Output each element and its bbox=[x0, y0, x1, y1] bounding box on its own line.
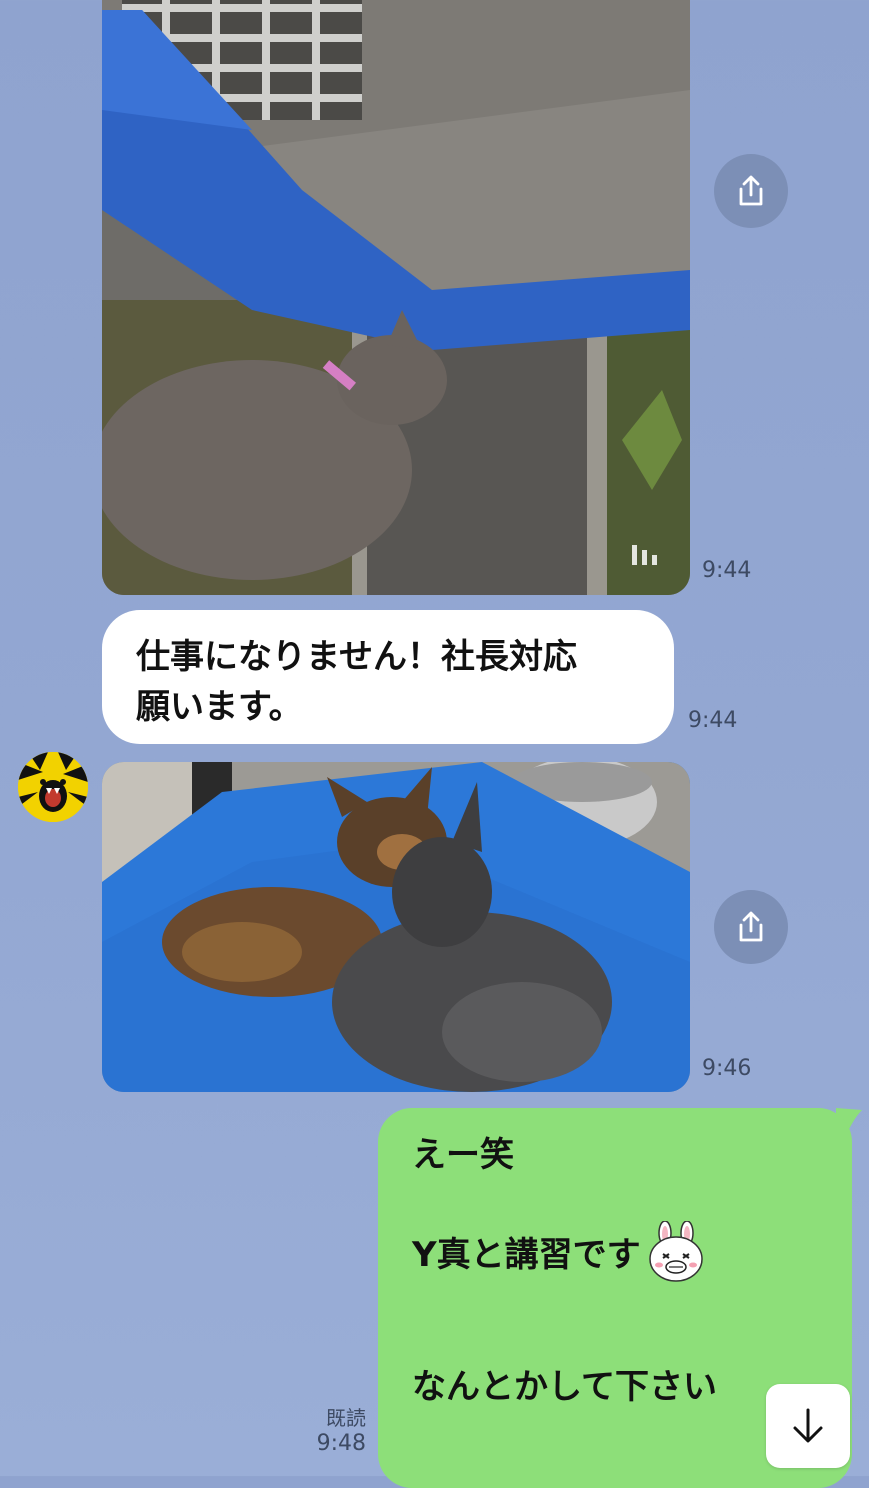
message-time: 9:44 bbox=[688, 708, 738, 733]
photo-thumbnail bbox=[102, 762, 690, 1092]
share-icon bbox=[739, 911, 763, 942]
read-label: 既読 bbox=[326, 1406, 366, 1430]
share-button[interactable] bbox=[714, 154, 788, 228]
message-text-line: えー笑 bbox=[412, 1135, 514, 1175]
share-icon bbox=[739, 175, 763, 206]
bunny-emoji-icon bbox=[648, 1220, 703, 1282]
arrow-down-icon bbox=[793, 1408, 823, 1443]
message-text-line: 願います。 bbox=[136, 687, 303, 727]
sender-avatar[interactable] bbox=[18, 752, 88, 822]
photo-message[interactable] bbox=[102, 762, 690, 1092]
message-time: 9:46 bbox=[702, 1056, 752, 1081]
message-time: 9:44 bbox=[702, 558, 752, 583]
tiger-avatar-icon bbox=[18, 752, 88, 822]
share-button[interactable] bbox=[714, 890, 788, 964]
message-time: 9:48 bbox=[316, 1431, 366, 1456]
scroll-to-bottom-button[interactable] bbox=[766, 1384, 850, 1468]
incoming-text-bubble[interactable]: 仕事になりません！社長対応 願います。 bbox=[102, 610, 674, 744]
message-text: Y真と講習です bbox=[412, 1235, 641, 1275]
message-text-line: Y真と講習です bbox=[412, 1220, 832, 1282]
video-message[interactable] bbox=[102, 0, 690, 595]
message-text-line: 仕事になりません！社長対応 bbox=[136, 637, 577, 677]
read-status: 既読 9:48 bbox=[300, 1402, 366, 1456]
video-thumbnail bbox=[102, 0, 690, 595]
